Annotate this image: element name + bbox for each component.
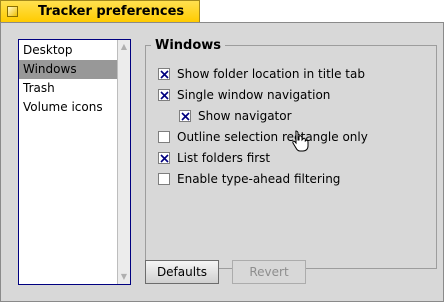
option-label: Show navigator: [198, 109, 292, 123]
option-label: Enable type-ahead filtering: [177, 172, 341, 186]
hand-cursor-icon: [292, 130, 309, 152]
sidebar-item-label: Volume icons: [23, 100, 103, 114]
option-label: Show folder location in title tab: [177, 67, 365, 81]
revert-button[interactable]: Revert: [232, 260, 306, 284]
list-scrollbar[interactable]: ▲ ▼: [117, 40, 130, 284]
option-label: List folders first: [177, 151, 271, 165]
option-label: Single window navigation: [177, 88, 331, 102]
checkmark-icon: [159, 153, 169, 163]
checkbox[interactable]: [158, 173, 170, 185]
sidebar-item-volume-icons[interactable]: Volume icons: [19, 98, 118, 117]
checkbox[interactable]: [158, 89, 170, 101]
preferences-window: Desktop Windows Trash Volume icons ▲ ▼ W…: [0, 22, 444, 302]
close-button[interactable]: [7, 6, 18, 17]
checkbox[interactable]: [158, 68, 170, 80]
checkbox[interactable]: [158, 131, 170, 143]
scroll-up-arrow-icon[interactable]: ▲: [118, 41, 130, 53]
sidebar-item-label: Trash: [23, 81, 55, 95]
window-title-tab[interactable]: Tracker preferences: [0, 0, 200, 22]
sidebar-item-desktop[interactable]: Desktop: [19, 41, 118, 60]
option-label: Outline selection rectangle only: [177, 130, 368, 144]
defaults-button[interactable]: Defaults: [145, 260, 219, 284]
category-list[interactable]: Desktop Windows Trash Volume icons ▲ ▼: [18, 39, 131, 285]
checkbox[interactable]: [158, 152, 170, 164]
group-title: Windows: [151, 37, 226, 54]
sidebar-item-trash[interactable]: Trash: [19, 79, 118, 98]
window-title: Tracker preferences: [38, 4, 185, 19]
checkmark-icon: [159, 69, 169, 79]
sidebar-item-label: Windows: [23, 62, 77, 76]
sidebar-item-label: Desktop: [23, 43, 73, 57]
checkbox[interactable]: [179, 110, 191, 122]
checkmark-icon: [180, 111, 190, 121]
checkmark-icon: [159, 90, 169, 100]
sidebar-item-windows[interactable]: Windows: [19, 60, 118, 79]
scroll-down-arrow-icon[interactable]: ▼: [118, 271, 130, 283]
